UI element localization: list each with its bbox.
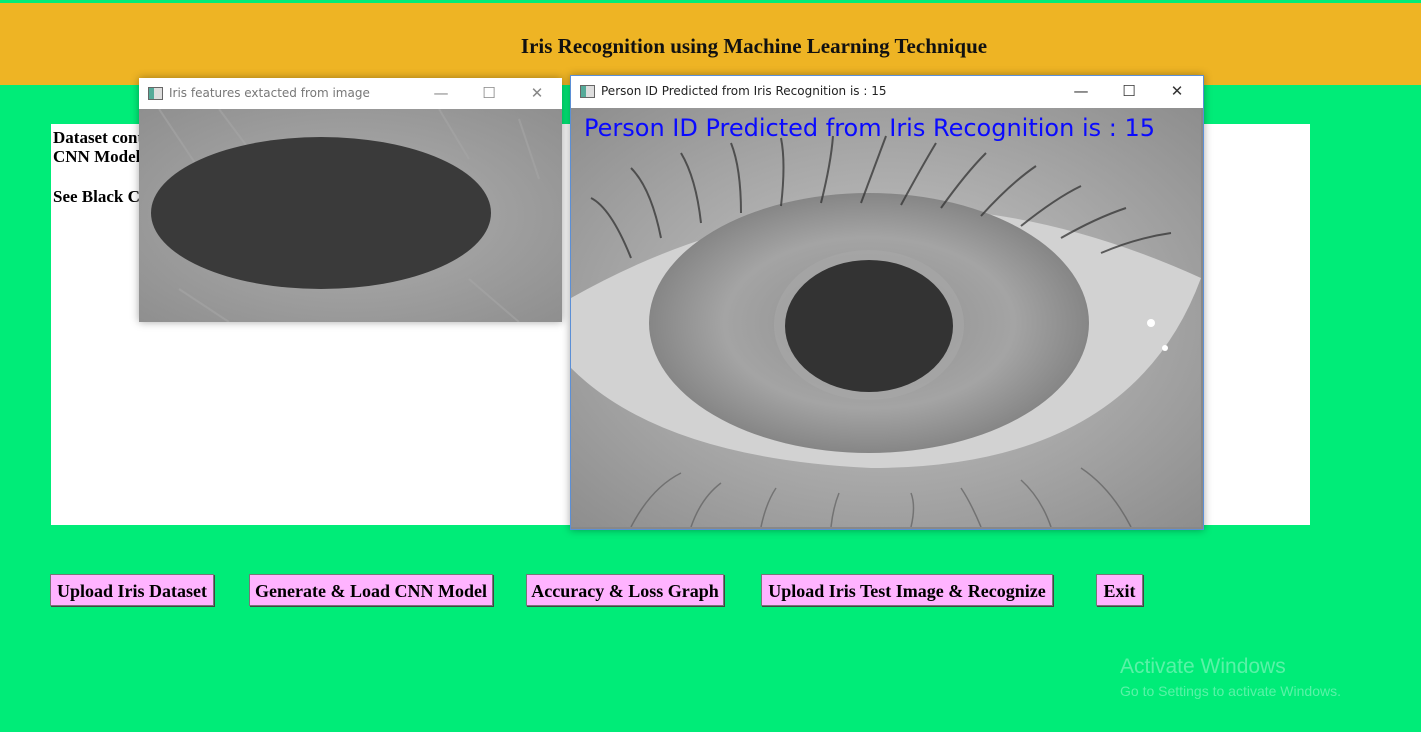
activate-windows-watermark: Activate Windows	[1120, 655, 1286, 678]
prediction-window[interactable]: Person ID Predicted from Iris Recognitio…	[570, 75, 1204, 530]
eye-illustration	[571, 108, 1201, 528]
minimize-icon[interactable]: —	[429, 83, 453, 103]
exit-button[interactable]: Exit	[1096, 574, 1143, 606]
window-app-icon	[148, 87, 163, 100]
prediction-window-title: Person ID Predicted from Iris Recognitio…	[601, 84, 887, 98]
accuracy-loss-graph-button[interactable]: Accuracy & Loss Graph	[526, 574, 724, 606]
app-title: Iris Recognition using Machine Learning …	[520, 34, 988, 58]
output-line-see: See Black C	[53, 187, 140, 206]
iris-features-window[interactable]: Iris features extacted from image — ☐ ✕	[139, 78, 562, 322]
minimize-icon[interactable]: —	[1069, 81, 1093, 101]
prediction-overlay-text: Person ID Predicted from Iris Recognitio…	[584, 114, 1155, 142]
close-icon[interactable]: ✕	[525, 83, 549, 103]
output-line-model: CNN Model	[53, 147, 141, 166]
maximize-icon[interactable]: ☐	[477, 83, 501, 103]
header-bar: Iris Recognition using Machine Learning …	[0, 3, 1421, 85]
iris-features-title: Iris features extacted from image	[169, 86, 370, 100]
iris-features-titlebar[interactable]: Iris features extacted from image — ☐ ✕	[139, 78, 562, 109]
maximize-icon[interactable]: ☐	[1117, 81, 1141, 101]
output-line-dataset: Dataset cont	[53, 128, 144, 147]
window-app-icon	[580, 85, 595, 98]
prediction-titlebar[interactable]: Person ID Predicted from Iris Recognitio…	[571, 76, 1203, 107]
upload-test-image-recognize-button[interactable]: Upload Iris Test Image & Recognize	[761, 574, 1053, 606]
upload-iris-dataset-button[interactable]: Upload Iris Dataset	[50, 574, 214, 606]
activate-windows-subtext: Go to Settings to activate Windows.	[1120, 683, 1341, 699]
eye-image: Person ID Predicted from Iris Recognitio…	[571, 108, 1203, 529]
generate-load-cnn-model-button[interactable]: Generate & Load CNN Model	[249, 574, 493, 606]
iris-crop-illustration	[139, 109, 562, 322]
close-icon[interactable]: ✕	[1165, 81, 1189, 101]
iris-features-image	[139, 109, 562, 322]
